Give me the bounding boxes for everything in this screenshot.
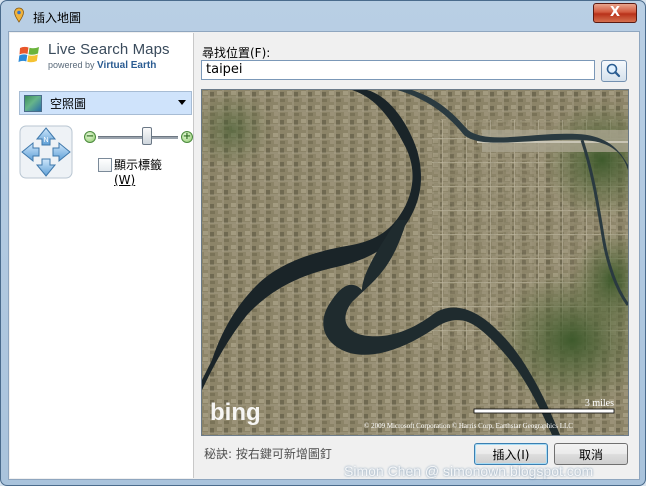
insert-button[interactable]: 插入(I) <box>474 443 548 465</box>
insert-map-dialog: 插入地圖 X Live Search Maps powered by Virtu… <box>0 0 646 486</box>
map-style-value: 空照圖 <box>50 97 87 111</box>
tip-text: 秘訣: 按右鍵可新增圖釘 <box>204 447 332 461</box>
search-icon <box>606 63 621 78</box>
aerial-map-view[interactable]: bing 3 miles © 2009 Microsoft Corporatio… <box>201 89 629 436</box>
aerial-view-icon <box>24 95 42 112</box>
zoom-in-button[interactable]: + <box>181 131 193 143</box>
pan-compass-control[interactable]: N <box>19 125 73 179</box>
show-labels-checkbox[interactable] <box>98 158 112 172</box>
bing-logo: bing <box>210 399 261 426</box>
title-bar: 插入地圖 X <box>1 1 645 31</box>
window-title: 插入地圖 <box>33 11 82 25</box>
powered-by-line: powered by Virtual Earth <box>48 60 156 71</box>
powered-by-prefix: powered by <box>48 60 95 70</box>
close-button[interactable]: X <box>593 3 637 23</box>
north-label: N <box>43 137 48 144</box>
search-button[interactable] <box>601 60 627 82</box>
windows-flag-icon <box>18 46 39 63</box>
zoom-out-button[interactable]: − <box>84 131 96 143</box>
find-location-label: 尋找位置(F): <box>202 46 271 60</box>
brand-name: Live Search Maps <box>48 41 170 58</box>
zoom-slider-track[interactable] <box>98 136 178 139</box>
aerial-imagery: bing 3 miles © 2009 Microsoft Corporatio… <box>202 90 628 435</box>
scale-bar <box>473 408 615 414</box>
scale-label: 3 miles <box>585 398 614 409</box>
powered-by-brand: Virtual Earth <box>97 60 157 71</box>
location-search-input[interactable] <box>201 60 595 80</box>
map-controls-pane: Live Search Maps powered by Virtual Eart… <box>10 33 194 478</box>
show-labels-label: 顯示標籤 <box>114 158 163 172</box>
cancel-button[interactable]: 取消 <box>554 443 628 465</box>
map-style-dropdown[interactable]: 空照圖 <box>19 91 192 115</box>
live-search-maps-logo: Live Search Maps powered by Virtual Eart… <box>18 41 193 73</box>
chevron-down-icon <box>178 100 186 105</box>
map-pin-icon <box>14 7 24 23</box>
dialog-body: Live Search Maps powered by Virtual Eart… <box>8 31 640 480</box>
show-labels-accelerator: (W) <box>114 173 136 187</box>
blog-watermark: Simon Chen @ simonown.blogspot.com <box>344 463 594 479</box>
zoom-slider-thumb[interactable] <box>142 127 152 145</box>
map-copyright: © 2009 Microsoft Corporation © Harris Co… <box>364 422 573 430</box>
